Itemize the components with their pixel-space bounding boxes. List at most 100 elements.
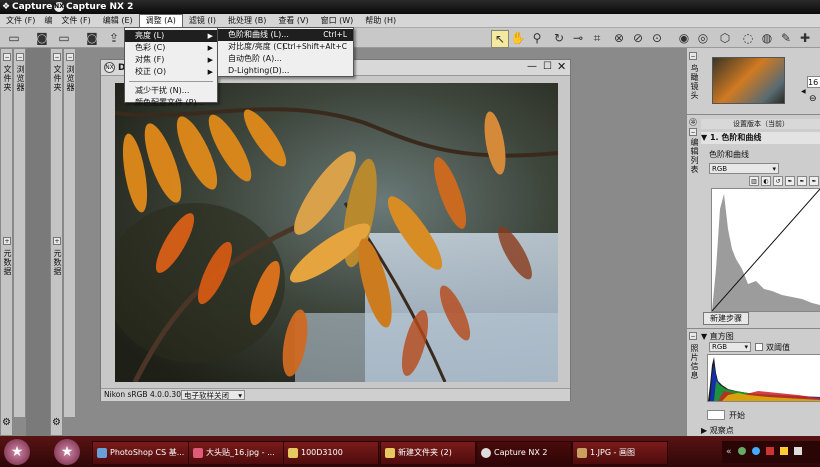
task-folder-100d3100[interactable]: 100D3100 <box>283 441 379 465</box>
zoom-icon[interactable]: ⚲ <box>529 30 545 46</box>
task-photoshop[interactable]: PhotoShop CS 基... <box>92 441 190 465</box>
menu-item-d-lighting[interactable]: D-Lighting(D)... <box>218 65 353 77</box>
metadata-collapse-icon-2[interactable]: + <box>53 237 61 245</box>
new-step-button[interactable]: 新建步骤 <box>703 312 749 325</box>
menu-item-color-profile[interactable]: 颜色配置文件 (P)... <box>125 97 217 109</box>
birdseye-label[interactable]: 鸟瞰镜头 <box>689 64 700 100</box>
watch-point-section[interactable]: ▶ 观察点 <box>701 425 734 436</box>
tray-im-icon[interactable] <box>752 447 760 455</box>
task-new-folder[interactable]: 新建文件夹 (2) <box>380 441 476 465</box>
browser-collapse-icon[interactable]: − <box>16 53 24 61</box>
task-image-viewer[interactable]: 大头贴_16.jpg - ... <box>188 441 284 465</box>
auto-retouch-icon[interactable]: ⬡ <box>717 30 733 46</box>
browser-collapse-icon-2[interactable]: − <box>66 53 74 61</box>
brush-icon[interactable]: ✎ <box>778 30 794 46</box>
lasso-icon[interactable]: ◌ <box>740 30 756 46</box>
tray-antivirus-icon[interactable] <box>766 447 774 455</box>
tray-network-icon[interactable] <box>738 447 746 455</box>
fill-icon[interactable]: ✚ <box>797 30 813 46</box>
white-point-icon[interactable]: ⊙ <box>649 30 665 46</box>
menu-item-focus[interactable]: 对焦 (F) ▶ <box>125 54 217 66</box>
red-eye-icon[interactable]: ◉ <box>676 30 692 46</box>
birdseye-thumbnail[interactable] <box>712 57 785 104</box>
menu-item-levels-curves[interactable]: 色阶和曲线 (L)... Ctrl+L <box>218 29 353 41</box>
layout-icon[interactable]: ▭ <box>6 30 22 46</box>
menu-batch[interactable]: 批处理 (B) <box>222 14 272 28</box>
menu-help[interactable]: 帮助 (H) <box>359 14 402 28</box>
camera-icon-2[interactable]: ◙ <box>84 30 100 46</box>
black-eyedropper-icon[interactable]: ✒ <box>785 176 795 186</box>
white-eyedropper-icon[interactable]: ✒ <box>809 176 819 186</box>
step-row[interactable]: ▼ 1. 色阶和曲线 <box>701 132 820 144</box>
menu-item-color[interactable]: 色彩 (C) ▶ <box>125 42 217 54</box>
rotate-icon[interactable]: ↻ <box>551 30 567 46</box>
maximize-icon[interactable]: ☐ <box>543 60 552 74</box>
photoinfo-collapse-icon[interactable]: − <box>689 332 697 340</box>
menu-window[interactable]: 窗口 (W) <box>315 14 360 28</box>
hand-icon[interactable]: ✋ <box>510 30 526 46</box>
quick-launch-icon[interactable]: ★ <box>54 439 80 465</box>
selection-brush-icon[interactable]: ◍ <box>759 30 775 46</box>
metadata-panel-label[interactable]: 元数据 <box>2 249 13 276</box>
task-capture-nx[interactable]: Capture NX 2 <box>476 441 572 465</box>
menu-item-noise-reduction[interactable]: 减少干扰 (N)... <box>125 85 217 97</box>
menu-item-auto-levels[interactable]: 自动色阶 (A)... <box>218 53 353 65</box>
upload-icon[interactable]: ⇪ <box>106 30 122 46</box>
menu-file[interactable]: 文件 (F) <box>55 14 96 28</box>
layout-icon-2[interactable]: ▭ <box>56 30 72 46</box>
folder-panel-label[interactable]: 文件夹 <box>2 65 13 92</box>
photo-info-label[interactable]: 照片信息 <box>689 344 700 380</box>
gray-eyedropper-icon[interactable]: ✒ <box>797 176 807 186</box>
zoom-out-icon[interactable]: ⊖ <box>809 94 817 104</box>
menu-adjust[interactable]: 调整 (A) <box>138 13 183 28</box>
neutral-point-icon[interactable]: ⊘ <box>630 30 646 46</box>
minimize-icon[interactable]: — <box>527 60 537 74</box>
browser-panel-label[interactable]: 浏览器 <box>15 65 26 92</box>
zoom-arrow-icon[interactable]: ◀ <box>801 88 806 95</box>
menu-item-brightness[interactable]: 亮度 (L) ▶ <box>125 30 217 42</box>
tray-arrow-icon[interactable]: « <box>726 441 732 463</box>
folder-panel-label-2[interactable]: 文件夹 <box>52 65 63 92</box>
close-icon[interactable]: ✕ <box>557 60 566 74</box>
straighten-icon[interactable]: ⊸ <box>570 30 586 46</box>
softproof-select[interactable]: 电子软样关闭 ▾ <box>181 390 245 400</box>
browser-panel-label-2[interactable]: 浏览器 <box>65 65 76 92</box>
settings-icon[interactable]: ⚙ <box>2 417 12 433</box>
zoom-input[interactable]: 16 <box>807 76 820 88</box>
menu-edit[interactable]: 编辑 (E) <box>97 14 139 28</box>
metadata-collapse-icon[interactable]: + <box>3 237 11 245</box>
start-input[interactable] <box>707 410 725 420</box>
channel-select[interactable]: RGB ▾ <box>709 163 779 174</box>
task-paint[interactable]: 1.JPG - 画图 <box>572 441 668 465</box>
dual-threshold-checkbox[interactable] <box>755 343 763 351</box>
histogram-section-header[interactable]: ▼ 直方图 <box>701 331 734 342</box>
edit-list-header[interactable]: 设置版本（当前） <box>701 119 820 129</box>
direct-select-icon[interactable]: ↖ <box>491 30 509 48</box>
tray-volume-icon[interactable] <box>794 447 802 455</box>
menu-file-left[interactable]: 文件 (F) <box>0 14 41 28</box>
camera-icon[interactable]: ◙ <box>34 30 50 46</box>
curve-graph[interactable] <box>711 188 820 312</box>
tray-update-icon[interactable] <box>780 447 788 455</box>
photo-canvas[interactable] <box>115 83 558 382</box>
gear-icon[interactable]: ✲ <box>689 118 697 126</box>
edit-list-label[interactable]: 编辑列表 <box>689 126 700 174</box>
menu-edit-left[interactable]: 编 <box>41 14 55 28</box>
metadata-panel-label-2[interactable]: 元数据 <box>52 249 63 276</box>
menu-filter[interactable]: 滤镜 (I) <box>183 14 222 28</box>
panel-collapse-icon-2[interactable]: − <box>53 53 61 61</box>
eye-icon[interactable]: ◎ <box>695 30 711 46</box>
birdseye-collapse-icon[interactable]: − <box>689 52 697 60</box>
start-button-icon[interactable]: ★ <box>4 439 30 465</box>
menu-item-contrast-brightness[interactable]: 对比度/亮度 (C)... Ctrl+Shift+Alt+C <box>218 41 353 53</box>
histogram-icon[interactable]: ▥ <box>749 176 759 186</box>
black-point-icon[interactable]: ⊗ <box>611 30 627 46</box>
menu-view[interactable]: 查看 (V) <box>272 14 314 28</box>
crop-icon[interactable]: ⌗ <box>589 30 605 46</box>
histogram-channel-select[interactable]: RGB ▾ <box>709 342 751 352</box>
reset-icon[interactable]: ↺ <box>773 176 783 186</box>
menu-item-correction[interactable]: 校正 (O) ▶ <box>125 66 217 78</box>
settings-icon-2[interactable]: ⚙ <box>52 417 62 433</box>
contrast-icon[interactable]: ◐ <box>761 176 771 186</box>
panel-collapse-icon[interactable]: − <box>3 53 11 61</box>
